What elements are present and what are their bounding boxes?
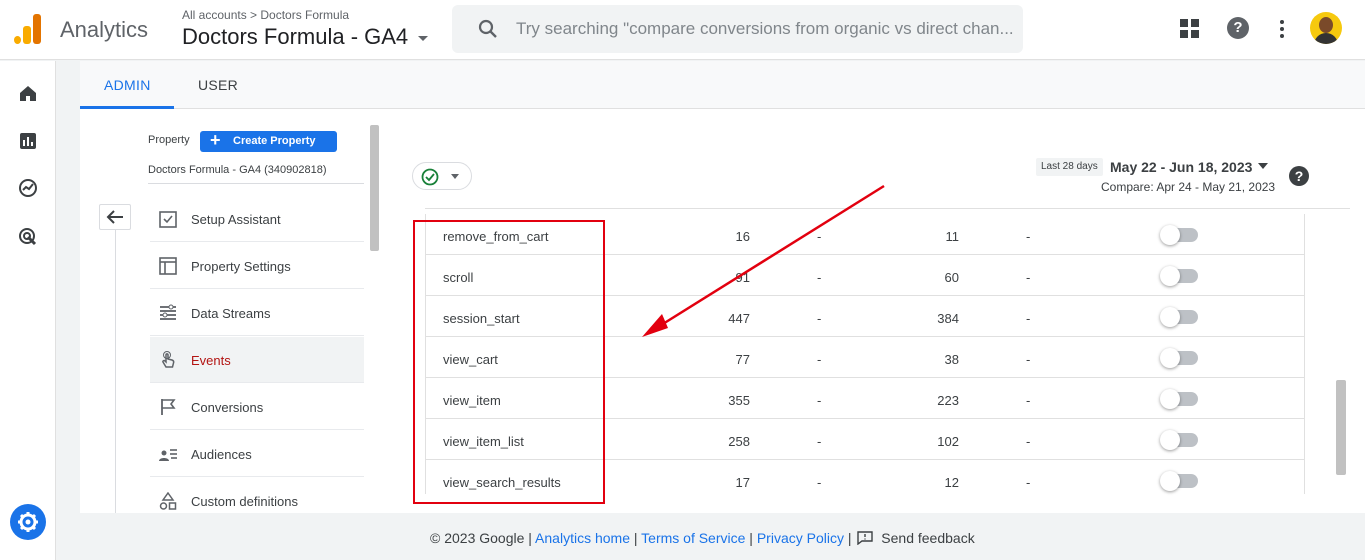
mark-as-conversion-toggle[interactable] bbox=[1160, 471, 1198, 491]
help-icon[interactable]: ? bbox=[1289, 166, 1309, 186]
footer-copyright: © 2023 Google | bbox=[430, 530, 532, 546]
user-count: 38 bbox=[944, 352, 959, 367]
user-count-change: - bbox=[1026, 393, 1031, 408]
footer-separator: | bbox=[847, 530, 852, 546]
admin-gear-icon[interactable] bbox=[10, 504, 46, 540]
table-scrollbar[interactable] bbox=[1336, 380, 1346, 475]
user-count: 384 bbox=[937, 311, 959, 326]
apps-grid-icon[interactable] bbox=[1180, 19, 1200, 39]
help-icon[interactable]: ? bbox=[1227, 17, 1249, 39]
user-count: 102 bbox=[937, 434, 959, 449]
event-count: 258 bbox=[728, 434, 750, 449]
audience-icon bbox=[159, 449, 177, 461]
menu-item-audiences[interactable]: Audiences bbox=[150, 431, 364, 477]
shapes-icon bbox=[159, 492, 177, 510]
user-count-change: - bbox=[1026, 229, 1031, 244]
date-range-picker[interactable]: May 22 - Jun 18, 2023 bbox=[1110, 159, 1252, 175]
user-count-change: - bbox=[1026, 270, 1031, 285]
property-label: Property bbox=[148, 134, 190, 146]
tab-user[interactable]: USER bbox=[198, 77, 238, 93]
mark-as-conversion-toggle[interactable] bbox=[1160, 307, 1198, 327]
tab-admin[interactable]: ADMIN bbox=[104, 77, 151, 93]
settings-panel-icon bbox=[159, 257, 177, 275]
home-icon[interactable] bbox=[18, 83, 38, 103]
date-caret-icon[interactable] bbox=[1258, 163, 1268, 169]
user-count: 223 bbox=[937, 393, 959, 408]
arrow-back-icon bbox=[106, 210, 123, 224]
annotation-arrow-icon bbox=[642, 184, 885, 337]
event-count-change: - bbox=[817, 352, 822, 367]
user-count-change: - bbox=[1026, 475, 1031, 490]
search-input[interactable]: Try searching "compare conversions from … bbox=[516, 19, 1016, 39]
event-count-change: - bbox=[817, 475, 822, 490]
user-count: 60 bbox=[944, 270, 959, 285]
more-vert-icon[interactable] bbox=[1279, 20, 1285, 40]
terms-link[interactable]: Terms of Service bbox=[641, 530, 745, 546]
event-count-change: - bbox=[817, 393, 822, 408]
search-icon bbox=[478, 19, 497, 38]
plus-icon: + bbox=[210, 130, 221, 150]
create-property-button[interactable]: + Create Property bbox=[200, 130, 337, 152]
user-count-change: - bbox=[1026, 434, 1031, 449]
event-count: 77 bbox=[735, 352, 750, 367]
analytics-logo-icon[interactable] bbox=[14, 14, 42, 44]
feedback-icon bbox=[857, 531, 874, 545]
user-count: 12 bbox=[944, 475, 959, 490]
app-name: Analytics bbox=[60, 17, 149, 42]
send-feedback-link[interactable]: Send feedback bbox=[881, 530, 974, 546]
analytics-home-link[interactable]: Analytics home bbox=[535, 530, 630, 546]
menu-item-conversions[interactable]: Conversions bbox=[150, 384, 364, 430]
event-count-change: - bbox=[817, 434, 822, 449]
mark-as-conversion-toggle[interactable] bbox=[1160, 225, 1198, 245]
top-bar: Analytics All accounts > Doctors Formula… bbox=[0, 0, 1365, 60]
avatar[interactable] bbox=[1310, 12, 1342, 44]
reports-icon[interactable] bbox=[18, 131, 38, 151]
mark-as-conversion-toggle[interactable] bbox=[1160, 389, 1198, 409]
advertising-icon[interactable] bbox=[18, 227, 38, 247]
admin-tabs: ADMIN USER bbox=[80, 61, 1365, 109]
property-selector[interactable]: Doctors Formula - GA4 bbox=[182, 24, 408, 50]
explore-icon[interactable] bbox=[18, 178, 38, 198]
footer-separator: | bbox=[633, 530, 638, 546]
property-name[interactable]: Doctors Formula - GA4 (340902818) bbox=[148, 164, 327, 176]
compare-range: Compare: Apr 24 - May 21, 2023 bbox=[1101, 180, 1276, 194]
mark-as-conversion-toggle[interactable] bbox=[1160, 348, 1198, 368]
check-circle-icon bbox=[421, 168, 439, 186]
touch-icon bbox=[162, 351, 175, 368]
menu-item-data-streams[interactable]: Data Streams bbox=[150, 290, 364, 336]
data-streams-icon bbox=[160, 304, 176, 320]
menu-item-setup-assistant[interactable]: Setup Assistant bbox=[150, 196, 364, 242]
menu-item-custom-definitions[interactable]: Custom definitions bbox=[150, 478, 364, 524]
date-preset-badge: Last 28 days bbox=[1036, 158, 1103, 176]
user-count-change: - bbox=[1026, 311, 1031, 326]
footer: © 2023 Google | Analytics home | Terms o… bbox=[430, 530, 975, 546]
left-nav bbox=[0, 61, 56, 560]
caret-down-icon bbox=[451, 174, 459, 179]
flag-icon bbox=[161, 399, 176, 415]
checklist-icon bbox=[159, 211, 177, 228]
privacy-link[interactable]: Privacy Policy bbox=[757, 530, 844, 546]
caret-down-icon[interactable] bbox=[418, 36, 428, 41]
nav-tree-line bbox=[115, 230, 116, 513]
search-bar[interactable]: Try searching "compare conversions from … bbox=[452, 5, 1023, 53]
user-count-change: - bbox=[1026, 352, 1031, 367]
menu-item-events[interactable]: Events bbox=[150, 337, 364, 383]
event-count: 355 bbox=[728, 393, 750, 408]
divider bbox=[148, 183, 364, 184]
mark-as-conversion-toggle[interactable] bbox=[1160, 266, 1198, 286]
annotation-highlight-box bbox=[413, 220, 605, 504]
event-count: 17 bbox=[735, 475, 750, 490]
filter-dropdown[interactable] bbox=[412, 162, 472, 190]
account-breadcrumb[interactable]: All accounts > Doctors Formula bbox=[182, 8, 349, 22]
user-count: 11 bbox=[945, 229, 960, 244]
mark-as-conversion-toggle[interactable] bbox=[1160, 430, 1198, 450]
back-button[interactable] bbox=[99, 204, 131, 230]
menu-item-property-settings[interactable]: Property Settings bbox=[150, 243, 364, 289]
footer-separator: | bbox=[749, 530, 753, 546]
left-panel-scrollbar[interactable] bbox=[370, 125, 379, 251]
